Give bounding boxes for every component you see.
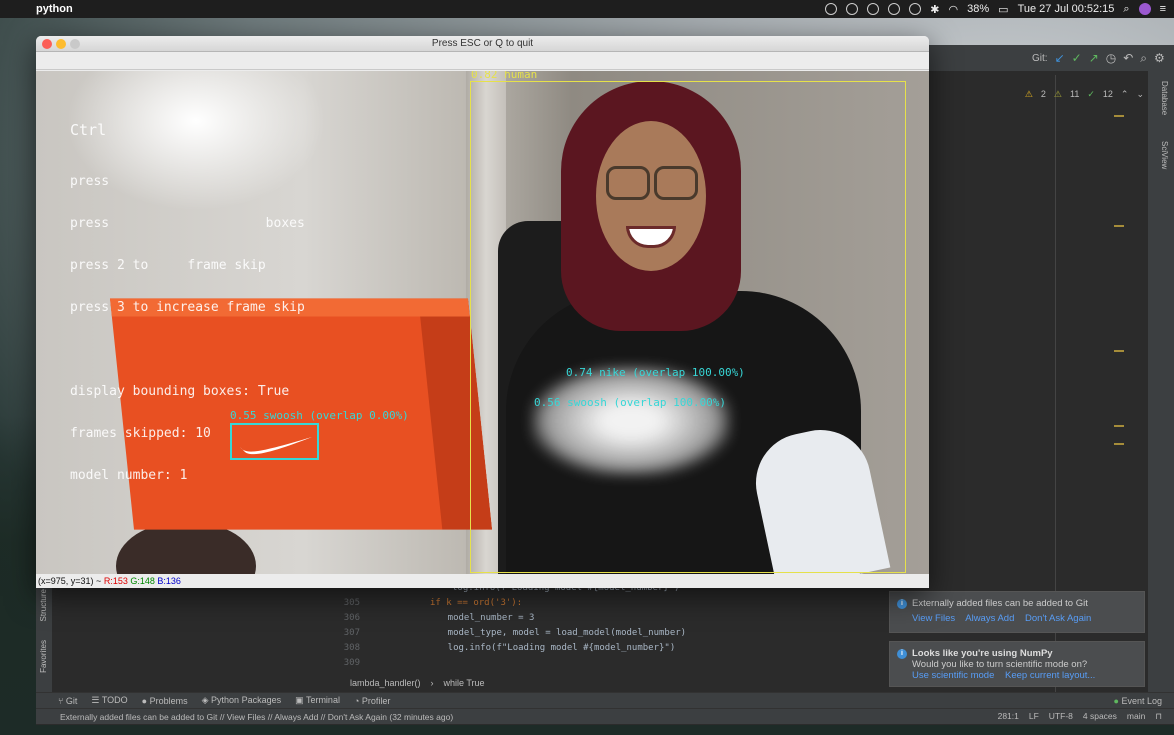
label-nike: 0.74 nike (overlap 100.00%) — [566, 366, 745, 379]
airplay-icon[interactable] — [909, 3, 922, 15]
search-icon[interactable]: ⌕ — [1140, 51, 1147, 66]
git-commit-icon[interactable]: ✓ — [1072, 51, 1082, 65]
cursor-position[interactable]: 281:1 — [998, 711, 1019, 722]
pixel-green: G:148 — [130, 576, 155, 586]
battery-icon[interactable]: ▭ — [998, 3, 1008, 16]
use-scientific-mode-link[interactable]: Use scientific mode — [912, 670, 994, 681]
ide-toolbar: Git: ↙ ✓ ↗ ◷ ↶ ⌕ ⚙ — [926, 45, 1174, 71]
ok-count: 12 — [1102, 89, 1113, 99]
notification-title: Externally added files can be added to G… — [912, 598, 1088, 609]
status-bar: Externally added files can be added to G… — [36, 708, 1174, 724]
battery-percent[interactable]: 38% — [967, 3, 989, 15]
rollback-icon[interactable]: ↶ — [1123, 51, 1133, 65]
label-swoosh-shirt: 0.56 swoosh (overlap 100.00%) — [534, 396, 727, 409]
status-message[interactable]: Externally added files can be added to G… — [60, 712, 453, 722]
view-files-link[interactable]: View Files — [912, 613, 955, 624]
tool-tab-terminal[interactable]: ▣ Terminal — [295, 695, 340, 706]
warning-icon: ⚠ — [1024, 89, 1033, 99]
wifi-icon[interactable]: ◠ — [949, 3, 959, 16]
bbox-human — [470, 81, 906, 573]
menu-bar: python ✱ ◠ 38% ▭ Tue 27 Jul 00:52:15 ⌕ ≡ — [0, 0, 1174, 18]
weak-warning-count: 11 — [1070, 89, 1080, 99]
bbox-swoosh-box — [230, 423, 319, 460]
git-push-icon[interactable]: ↗ — [1089, 51, 1099, 65]
git-update-icon[interactable]: ↙ — [1055, 51, 1065, 65]
breadcrumb-loop[interactable]: while True — [444, 678, 485, 688]
breadcrumb-separator-icon: › — [430, 678, 434, 688]
app-name[interactable]: python — [36, 3, 73, 15]
tab-favorites[interactable]: Favorites — [39, 640, 48, 673]
pixel-red: R:153 — [103, 576, 128, 586]
tool-tab-todo[interactable]: ☰ TODO — [91, 695, 127, 706]
camera-titlebar: Press ESC or Q to quit — [36, 36, 929, 52]
chevron-down-icon[interactable]: ⌄ — [1136, 89, 1144, 100]
pixel-info-bar: (x=975, y=31) ~ R:153 G:148 B:136 — [36, 574, 929, 588]
spotlight-icon[interactable]: ⌕ — [1123, 3, 1129, 16]
indent-setting[interactable]: 4 spaces — [1083, 711, 1117, 722]
right-tool-strip: Database SciView — [1148, 71, 1174, 701]
line-separator[interactable]: LF — [1029, 711, 1039, 722]
notification-git: i Externally added files can be added to… — [889, 591, 1145, 633]
gear-icon[interactable]: ⚙ — [1154, 51, 1165, 65]
code-editor[interactable]: log.info(f"Loading model #{model_number}… — [330, 583, 860, 683]
tool-tab-problems[interactable]: ● Problems — [142, 696, 188, 706]
notification-title: Looks like you're using NumPy — [912, 648, 1053, 659]
pixel-coords: (x=975, y=31) ~ — [38, 576, 102, 586]
always-add-link[interactable]: Always Add — [965, 613, 1014, 624]
lock-icon[interactable]: ⊓ — [1155, 711, 1162, 722]
history-icon[interactable]: ◷ — [1106, 51, 1116, 65]
git-branch[interactable]: main — [1127, 711, 1145, 722]
label-swoosh-box: 0.55 swoosh (overlap 0.00%) — [230, 409, 409, 422]
notification-body: Would you like to turn scientific mode o… — [912, 659, 1088, 670]
camera-toolbar — [36, 52, 929, 70]
breadcrumb: lambda_handler() › while True — [350, 678, 485, 688]
sync-icon[interactable] — [846, 3, 859, 15]
tool-tab-python-packages[interactable]: ◈ Python Packages — [202, 695, 281, 706]
tool-window-bar: ⑂ Git ☰ TODO ● Problems ◈ Python Package… — [36, 692, 1174, 708]
pixel-blue: B:136 — [157, 576, 181, 586]
inspection-widget[interactable]: ⚠ 2 ⚠ 11 ✓ 12 ⌃ ⌄ — [1025, 89, 1144, 100]
tab-structure[interactable]: Structure — [39, 589, 48, 621]
camera-window: Press ESC or Q to quit Ctrl press press … — [36, 36, 929, 588]
tab-sciview[interactable]: SciView — [1160, 141, 1169, 169]
breadcrumb-function[interactable]: lambda_handler() — [350, 678, 421, 688]
notification-numpy: i Looks like you're using NumPy Would yo… — [889, 641, 1145, 687]
tab-database[interactable]: Database — [1160, 81, 1169, 115]
warning-count: 2 — [1040, 89, 1046, 99]
window-title: Press ESC or Q to quit — [431, 38, 534, 49]
event-log-button[interactable]: ● Event Log — [1114, 696, 1162, 706]
clock[interactable]: Tue 27 Jul 00:52:15 — [1018, 3, 1115, 15]
vpn-icon[interactable] — [867, 3, 880, 15]
tool-tab-profiler[interactable]: ◔ Profiler — [354, 696, 390, 706]
git-label: Git: — [1032, 52, 1048, 64]
left-tool-strip: Structure Favorites — [36, 585, 52, 693]
check-icon: ✓ — [1087, 89, 1095, 99]
info-icon: i — [897, 599, 907, 609]
control-center-icon[interactable]: ≡ — [1160, 3, 1166, 15]
label-human: 0.82 human — [471, 71, 538, 81]
creative-cloud-icon[interactable] — [825, 3, 838, 15]
camera-frame[interactable]: Ctrl press press boxes press 2 to frame … — [36, 71, 929, 574]
siri-icon[interactable] — [1138, 3, 1151, 15]
dont-ask-again-link[interactable]: Don't Ask Again — [1025, 613, 1091, 624]
keep-current-layout-link[interactable]: Keep current layout... — [1005, 670, 1095, 681]
bluetooth-icon[interactable]: ✱ — [930, 3, 939, 16]
weak-warning-icon: ⚠ — [1053, 89, 1062, 99]
file-encoding[interactable]: UTF-8 — [1049, 711, 1073, 722]
info-icon: i — [897, 649, 907, 659]
cloud-icon[interactable] — [888, 3, 901, 15]
chevron-up-icon[interactable]: ⌃ — [1121, 89, 1129, 100]
tool-tab-git[interactable]: ⑂ Git — [58, 696, 77, 706]
